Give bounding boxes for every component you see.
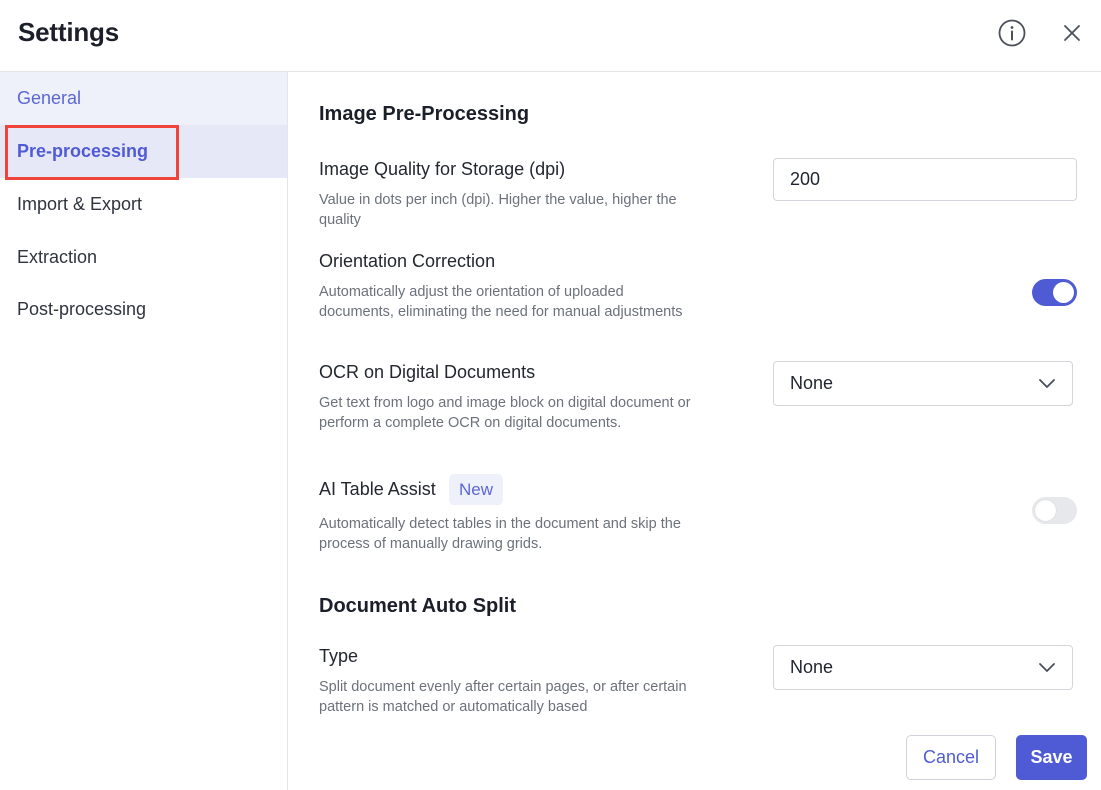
selection-highlight-box bbox=[5, 125, 179, 180]
close-icon[interactable] bbox=[1060, 21, 1084, 45]
info-circle-icon[interactable] bbox=[997, 18, 1027, 48]
ocr-digital-description: Get text from logo and image block on di… bbox=[319, 395, 691, 431]
toggle-knob bbox=[1035, 500, 1056, 521]
ocr-digital-label: OCR on Digital Documents bbox=[319, 362, 536, 382]
toggle-knob bbox=[1053, 282, 1074, 303]
select-value: None bbox=[790, 657, 834, 677]
orientation-correction-toggle[interactable] bbox=[1032, 279, 1077, 306]
ocr-digital-select[interactable]: None bbox=[773, 361, 1073, 406]
ai-table-assist-label: AI Table Assist bbox=[319, 479, 436, 499]
settings-content: Image Pre-Processing Image Quality for S… bbox=[289, 72, 1101, 790]
sidebar-item-pre-processing[interactable]: Pre-processing bbox=[0, 125, 287, 180]
sidebar-item-label: Import & Export bbox=[17, 194, 143, 214]
sidebar-item-label: General bbox=[17, 88, 82, 108]
orientation-correction-description: Automatically adjust the orientation of … bbox=[319, 284, 683, 320]
select-value: None bbox=[790, 373, 834, 393]
ai-table-assist-toggle[interactable] bbox=[1032, 497, 1077, 524]
sidebar-item-label: Post-processing bbox=[17, 299, 147, 319]
save-button[interactable]: Save bbox=[1016, 735, 1087, 780]
dialog-header: Settings bbox=[0, 0, 1101, 72]
ai-table-assist-description: Automatically detect tables in the docum… bbox=[319, 516, 681, 552]
sidebar-item-label: Extraction bbox=[17, 247, 98, 267]
orientation-correction-label: Orientation Correction bbox=[319, 251, 496, 271]
sidebar-item-general[interactable]: General bbox=[0, 72, 287, 125]
image-quality-label: Image Quality for Storage (dpi) bbox=[319, 159, 566, 179]
cancel-button[interactable]: Cancel bbox=[906, 735, 996, 780]
split-type-label: Type bbox=[319, 646, 359, 666]
section-title-image-pre-processing: Image Pre-Processing bbox=[319, 103, 530, 125]
split-type-select[interactable]: None bbox=[773, 645, 1073, 690]
sidebar-item-post-processing[interactable]: Post-processing bbox=[0, 283, 287, 336]
sidebar-item-import-export[interactable]: Import & Export bbox=[0, 178, 287, 231]
sidebar-item-extraction[interactable]: Extraction bbox=[0, 231, 287, 284]
dialog-title: Settings bbox=[18, 17, 119, 47]
chevron-down-icon bbox=[1039, 663, 1055, 672]
settings-sidebar: General Pre-processing Import & Export E… bbox=[0, 72, 288, 790]
image-quality-input[interactable]: 200 bbox=[773, 158, 1077, 201]
chevron-down-icon bbox=[1039, 379, 1055, 388]
section-title-document-auto-split: Document Auto Split bbox=[319, 595, 517, 617]
image-quality-description: Value in dots per inch (dpi). Higher the… bbox=[319, 192, 677, 228]
split-type-description: Split document evenly after certain page… bbox=[319, 679, 687, 715]
new-badge: New bbox=[449, 474, 504, 505]
